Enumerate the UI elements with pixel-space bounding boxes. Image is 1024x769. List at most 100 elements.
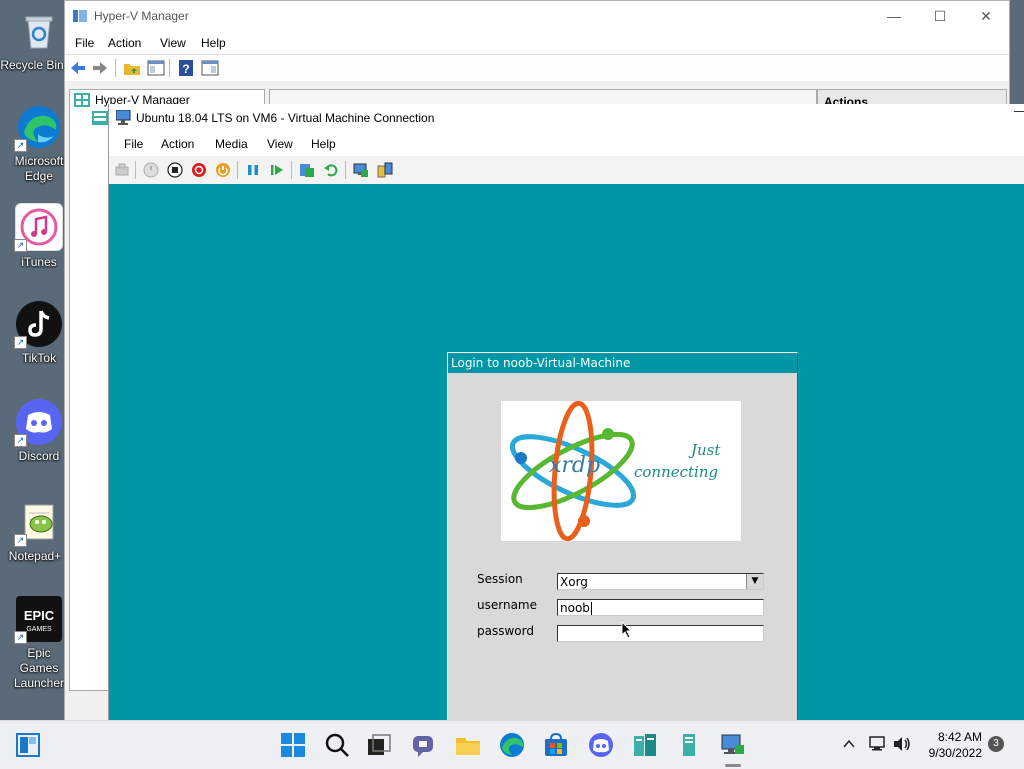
password-input[interactable] [557,625,764,642]
folder-up-icon[interactable] [123,59,141,77]
vm-minimize-button[interactable] [1014,111,1024,112]
widgets-icon[interactable] [16,733,40,757]
password-label: password [477,624,534,638]
menu-view[interactable]: View [160,36,186,50]
teams-chat-icon[interactable] [410,732,436,758]
edge-taskbar-icon[interactable] [499,732,525,758]
menu-help[interactable]: Help [201,36,226,50]
start-button-icon[interactable] [280,732,306,758]
start-icon[interactable] [143,162,159,178]
server-node-icon[interactable] [92,111,108,125]
save-state-icon[interactable] [215,162,231,178]
menu-action[interactable]: Action [108,36,141,50]
enhanced-session-icon[interactable] [353,162,369,178]
vm-connection-taskbar-icon[interactable] [720,732,746,758]
session-value: Xorg [560,575,588,589]
shortcut-arrow-icon: ↗ [14,239,27,252]
show-action-pane-icon[interactable] [201,59,219,77]
hyperv-menubar: File Action View Help [65,32,1009,54]
hyperv-app-icon [73,10,87,22]
share-icon[interactable] [377,162,393,178]
vm-menu-media[interactable]: Media [215,137,248,151]
xrdp-logo: xrdp Just connecting [501,400,741,542]
vm-menu-file[interactable]: File [124,137,143,151]
shortcut-arrow-icon: ↗ [14,434,27,447]
username-input[interactable]: noob [557,599,764,616]
vm-menubar: File Action Media View Help [109,132,1024,156]
epic-games-icon: EPIC GAMES ↗ [14,596,62,644]
vm-titlebar[interactable]: Ubuntu 18.04 LTS on VM6 - Virtual Machin… [109,104,1024,132]
revert-icon[interactable] [323,162,339,178]
hyperv-window-title: Hyper-V Manager [94,9,189,23]
desktop-icon-label: Recycle Bin [0,58,64,72]
checkpoint-icon[interactable] [299,162,315,178]
session-label: Session [477,572,523,586]
reset-icon[interactable] [269,162,285,178]
server-manager-taskbar-icon[interactable] [676,732,702,758]
vm-menu-action[interactable]: Action [161,137,194,151]
search-icon[interactable] [324,732,350,758]
shortcut-arrow-icon: ↗ [14,336,27,349]
show-hidden-icons-chevron-up-icon[interactable] [842,737,856,751]
shortcut-arrow-icon: ↗ [14,534,27,547]
logo-tagline-2: connecting [634,463,719,481]
discord-taskbar-icon[interactable] [588,732,614,758]
vm-connection-window[interactable]: Ubuntu 18.04 LTS on VM6 - Virtual Machin… [108,104,1024,724]
login-title: Login to noob-Virtual-Machine [451,356,631,370]
vm-toolbar [109,156,1024,185]
vm-menu-view[interactable]: View [267,137,293,151]
shortcut-arrow-icon: ↗ [14,139,27,152]
svg-text:?: ? [182,62,189,76]
close-button[interactable]: ✕ [963,1,1009,32]
hyperv-titlebar[interactable]: Hyper-V Manager — ☐ ✕ [65,1,1009,32]
logo-tagline-1: Just [691,441,721,459]
ctrl-alt-del-icon[interactable] [114,162,130,178]
pause-icon[interactable] [245,162,261,178]
hyperv-manager-taskbar-icon[interactable] [632,732,658,758]
vm-window-title: Ubuntu 18.04 LTS on VM6 - Virtual Machin… [136,111,435,125]
vm-connection-icon [116,110,131,125]
itunes-icon: ↗ [14,203,63,252]
file-explorer-icon[interactable] [455,732,481,758]
discord-icon: ↗ [14,399,62,447]
notification-badge[interactable]: 3 [988,736,1004,752]
hyperv-server-icon [74,93,90,107]
clock-date: 9/30/2022 [928,746,982,760]
login-titlebar[interactable]: Login to noob-Virtual-Machine [448,353,797,373]
system-clock[interactable]: 8:42 AM 9/30/2022 [929,729,982,761]
notepad-plus-icon: ↗ [14,499,62,547]
back-arrow-icon[interactable] [69,59,87,77]
chevron-down-icon[interactable]: ▼ [746,574,763,589]
shortcut-arrow-icon: ↗ [14,631,27,644]
username-value: noob [560,601,590,615]
clock-time: 8:42 AM [937,730,982,744]
taskbar: 8:42 AM 9/30/2022 [0,720,1024,769]
maximize-button[interactable]: ☐ [917,1,963,32]
text-caret [590,602,592,615]
turn-off-icon[interactable] [167,162,183,178]
shut-down-icon[interactable] [191,162,207,178]
username-label: username [477,598,537,612]
desktop-icon-label: Epic Games Launcher [13,646,65,690]
network-icon[interactable] [868,735,888,753]
svg-text:EPIC: EPIC [24,608,55,623]
help-icon[interactable]: ? [177,59,195,77]
vm-menu-help[interactable]: Help [311,137,336,151]
microsoft-store-icon[interactable] [543,732,569,758]
xrdp-login-dialog[interactable]: Login to noob-Virtual-Machine xrdp Just … [447,352,798,724]
logo-word: xrdp [549,453,601,478]
task-view-icon[interactable] [366,732,392,758]
desktop-icon-label: Microsoft Edge [14,154,64,183]
svg-text:GAMES: GAMES [26,626,52,633]
active-app-indicator [725,764,741,767]
edge-icon: ↗ [14,104,62,152]
menu-file[interactable]: File [75,36,94,50]
forward-arrow-icon[interactable] [91,59,109,77]
desktop-icon-label: Notepad+ [8,549,62,563]
vm-guest-screen[interactable]: Login to noob-Virtual-Machine xrdp Just … [109,184,1024,724]
volume-icon[interactable] [892,735,912,753]
hyperv-toolbar: ? [65,54,1009,82]
show-console-tree-icon[interactable] [147,59,165,77]
session-select[interactable]: Xorg ▼ [557,573,764,590]
minimize-button[interactable]: — [871,1,917,32]
